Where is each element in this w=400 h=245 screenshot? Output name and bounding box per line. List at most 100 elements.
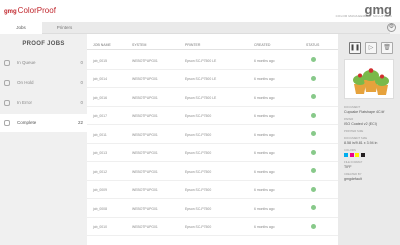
table-body: job_0015 WEBOTPUPG01 Epson SC-P7500 LE 6 mo… bbox=[87, 51, 338, 236]
table-row[interactable]: job_0012 WEBOTPUPG01 Epson SC-P7500 6 month… bbox=[87, 162, 338, 181]
tab-jobs[interactable]: Jobs bbox=[0, 22, 42, 34]
sidebar-item-complete[interactable]: Complete 22 bbox=[0, 114, 87, 132]
column-header-system[interactable]: SYSTEM bbox=[132, 43, 146, 47]
queue-icon bbox=[4, 60, 10, 66]
table-row[interactable]: job_0008 WEBOTPUPG01 Epson SC-P7500 6 month… bbox=[87, 199, 338, 218]
system-cell: WEBOTPUPG01 bbox=[132, 151, 158, 155]
sidebar-item-count: 0 bbox=[80, 80, 83, 85]
job-properties: DOCUMENT Cupcake Flatshape 4C.tif PAPER … bbox=[344, 102, 398, 181]
sidebar-item-in-queue[interactable]: In Queue 0 bbox=[0, 54, 87, 72]
system-cell: WEBOTPUPG01 bbox=[132, 77, 158, 81]
sidebar-item-label: In Queue bbox=[17, 60, 36, 65]
status-complete-icon bbox=[311, 75, 316, 81]
job-name-cell: job_0016 bbox=[93, 95, 107, 100]
system-cell: WEBOTPUPG01 bbox=[132, 132, 158, 137]
printer-cell: Epson SC-P7500 LE bbox=[185, 77, 217, 81]
color-swatches bbox=[344, 153, 398, 157]
sidebar-item-label: Complete bbox=[17, 120, 37, 125]
column-header-created[interactable]: CREATED bbox=[254, 43, 270, 47]
tab-printers[interactable]: Printers bbox=[42, 22, 87, 34]
created-cell: 6 months ago bbox=[254, 114, 275, 118]
created-cell: 6 months ago bbox=[254, 169, 275, 174]
created-cell: 6 months ago bbox=[254, 58, 275, 63]
paper-label: PAPER bbox=[344, 117, 354, 121]
color-swatch bbox=[344, 153, 348, 157]
settings-icon[interactable]: ⚙ bbox=[387, 23, 396, 32]
jobs-table: JOB NAME SYSTEM PRINTER CREATED STATUS j… bbox=[87, 34, 338, 245]
sidebar-item-in-error[interactable]: In Error 0 bbox=[0, 94, 87, 112]
printer-cell: Epson SC-P7500 bbox=[185, 188, 212, 192]
complete-icon bbox=[4, 120, 10, 126]
sidebar-item-label: In Error bbox=[17, 100, 33, 105]
printer-size-label: PRINTER SIZE bbox=[344, 129, 364, 133]
document-value: Cupcake Flatshape 4C.tif bbox=[344, 110, 385, 114]
pause-button[interactable]: ❚❚ bbox=[349, 42, 361, 54]
sidebar-item-count: 0 bbox=[80, 60, 83, 65]
table-row[interactable]: job_0010 WEBOTPUPG01 Epson SC-P7500 6 month… bbox=[87, 218, 338, 236]
sidebar-item-label: On Hold bbox=[17, 80, 34, 85]
table-row[interactable]: job_0009 WEBOTPUPG01 Epson SC-P7500 6 month… bbox=[87, 181, 338, 199]
sidebar-item-count: 0 bbox=[80, 100, 83, 105]
table-header: JOB NAME SYSTEM PRINTER CREATED STATUS bbox=[87, 40, 338, 50]
sidebar-item-on-hold[interactable]: On Hold 0 bbox=[0, 74, 87, 92]
brand-subtitle: COLOR MANAGEMENT SOLUTIONS bbox=[335, 14, 392, 18]
status-complete-icon bbox=[311, 223, 316, 229]
top-bar: gmgColorProof gmg COLOR MANAGEMENT SOLUT… bbox=[0, 0, 400, 22]
column-header-status[interactable]: STATUS bbox=[306, 43, 319, 47]
table-row[interactable]: job_0017 WEBOTPUPG01 Epson SC-P7500 6 month… bbox=[87, 107, 338, 125]
column-header-job-name[interactable]: JOB NAME bbox=[93, 43, 111, 47]
job-name-cell: job_0009 bbox=[93, 188, 107, 192]
job-name-cell: job_0011 bbox=[93, 132, 107, 137]
job-name-cell: job_0012 bbox=[93, 169, 107, 174]
status-complete-icon bbox=[311, 168, 316, 173]
created-by-label: CREATED BY bbox=[344, 172, 362, 176]
error-icon bbox=[4, 100, 10, 106]
color-swatch bbox=[360, 153, 365, 157]
printer-cell: Epson SC-P7500 LE bbox=[185, 95, 217, 100]
hold-icon bbox=[4, 80, 10, 86]
system-cell: WEBOTPUPG01 bbox=[132, 225, 158, 229]
color-swatch bbox=[349, 153, 354, 157]
created-cell: 6 months ago bbox=[254, 225, 275, 229]
printer-cell: Epson SC-P7500 bbox=[185, 169, 212, 174]
table-row[interactable]: job_0014 WEBOTPUPG01 Epson SC-P7500 LE 6 mo… bbox=[87, 70, 338, 88]
system-cell: WEBOTPUPG01 bbox=[132, 206, 158, 211]
table-row[interactable]: job_0015 WEBOTPUPG01 Epson SC-P7500 LE 6 mo… bbox=[87, 51, 338, 70]
created-cell: 6 months ago bbox=[254, 132, 275, 137]
sidebar-title: PROOF JOBS bbox=[22, 41, 65, 47]
created-by-value: gmgdefault bbox=[344, 177, 362, 181]
job-name-cell: job_0010 bbox=[93, 225, 107, 229]
table-row[interactable]: job_0011 WEBOTPUPG01 Epson SC-P7500 6 month… bbox=[87, 125, 338, 144]
created-cell: 6 months ago bbox=[254, 206, 275, 211]
sidebar: PROOF JOBS In Queue 0 On Hold 0 In Error… bbox=[0, 34, 87, 245]
document-size-label: DOCUMENT SIZE bbox=[344, 136, 368, 140]
created-cell: 6 months ago bbox=[254, 95, 275, 100]
file-format-label: FILE FORMAT bbox=[344, 160, 363, 164]
printer-cell: Epson SC-P7500 LE bbox=[185, 58, 217, 63]
status-complete-icon bbox=[311, 57, 316, 62]
created-cell: 6 months ago bbox=[254, 151, 275, 155]
created-cell: 6 months ago bbox=[254, 188, 275, 192]
system-cell: WEBOTPUPG01 bbox=[132, 169, 158, 174]
colors-label: COLORS bbox=[344, 148, 356, 152]
color-swatch bbox=[355, 153, 359, 157]
printer-cell: Epson SC-P7500 bbox=[185, 206, 212, 211]
logo-prefix: gmg bbox=[4, 9, 17, 15]
file-format-value: TIFF bbox=[344, 165, 352, 169]
printer-cell: Epson SC-P7500 bbox=[185, 151, 212, 155]
delete-button[interactable]: 🗑 bbox=[381, 42, 393, 54]
job-name-cell: job_0015 bbox=[93, 58, 107, 63]
table-row[interactable]: job_0013 WEBOTPUPG01 Epson SC-P7500 6 month… bbox=[87, 144, 338, 162]
job-name-cell: job_0017 bbox=[93, 114, 107, 118]
tab-bar: Jobs Printers bbox=[0, 22, 390, 34]
document-label: DOCUMENT bbox=[344, 105, 361, 109]
printer-cell: Epson SC-P7500 bbox=[185, 225, 212, 229]
app-window: gmgColorProof gmg COLOR MANAGEMENT SOLUT… bbox=[0, 0, 400, 245]
printer-cell: Epson SC-P7500 bbox=[185, 114, 212, 118]
system-cell: WEBOTPUPG01 bbox=[132, 188, 158, 192]
table-row[interactable]: job_0016 WEBOTPUPG01 Epson SC-P7500 LE 6 mo… bbox=[87, 88, 338, 107]
column-header-printer[interactable]: PRINTER bbox=[185, 43, 200, 47]
paper-value: ISO Coated v2 (ECI) bbox=[344, 122, 377, 126]
document-size-value: 8.58 in/9.81 x 3.94 in bbox=[344, 141, 378, 145]
play-button[interactable]: ▷ bbox=[365, 42, 377, 54]
